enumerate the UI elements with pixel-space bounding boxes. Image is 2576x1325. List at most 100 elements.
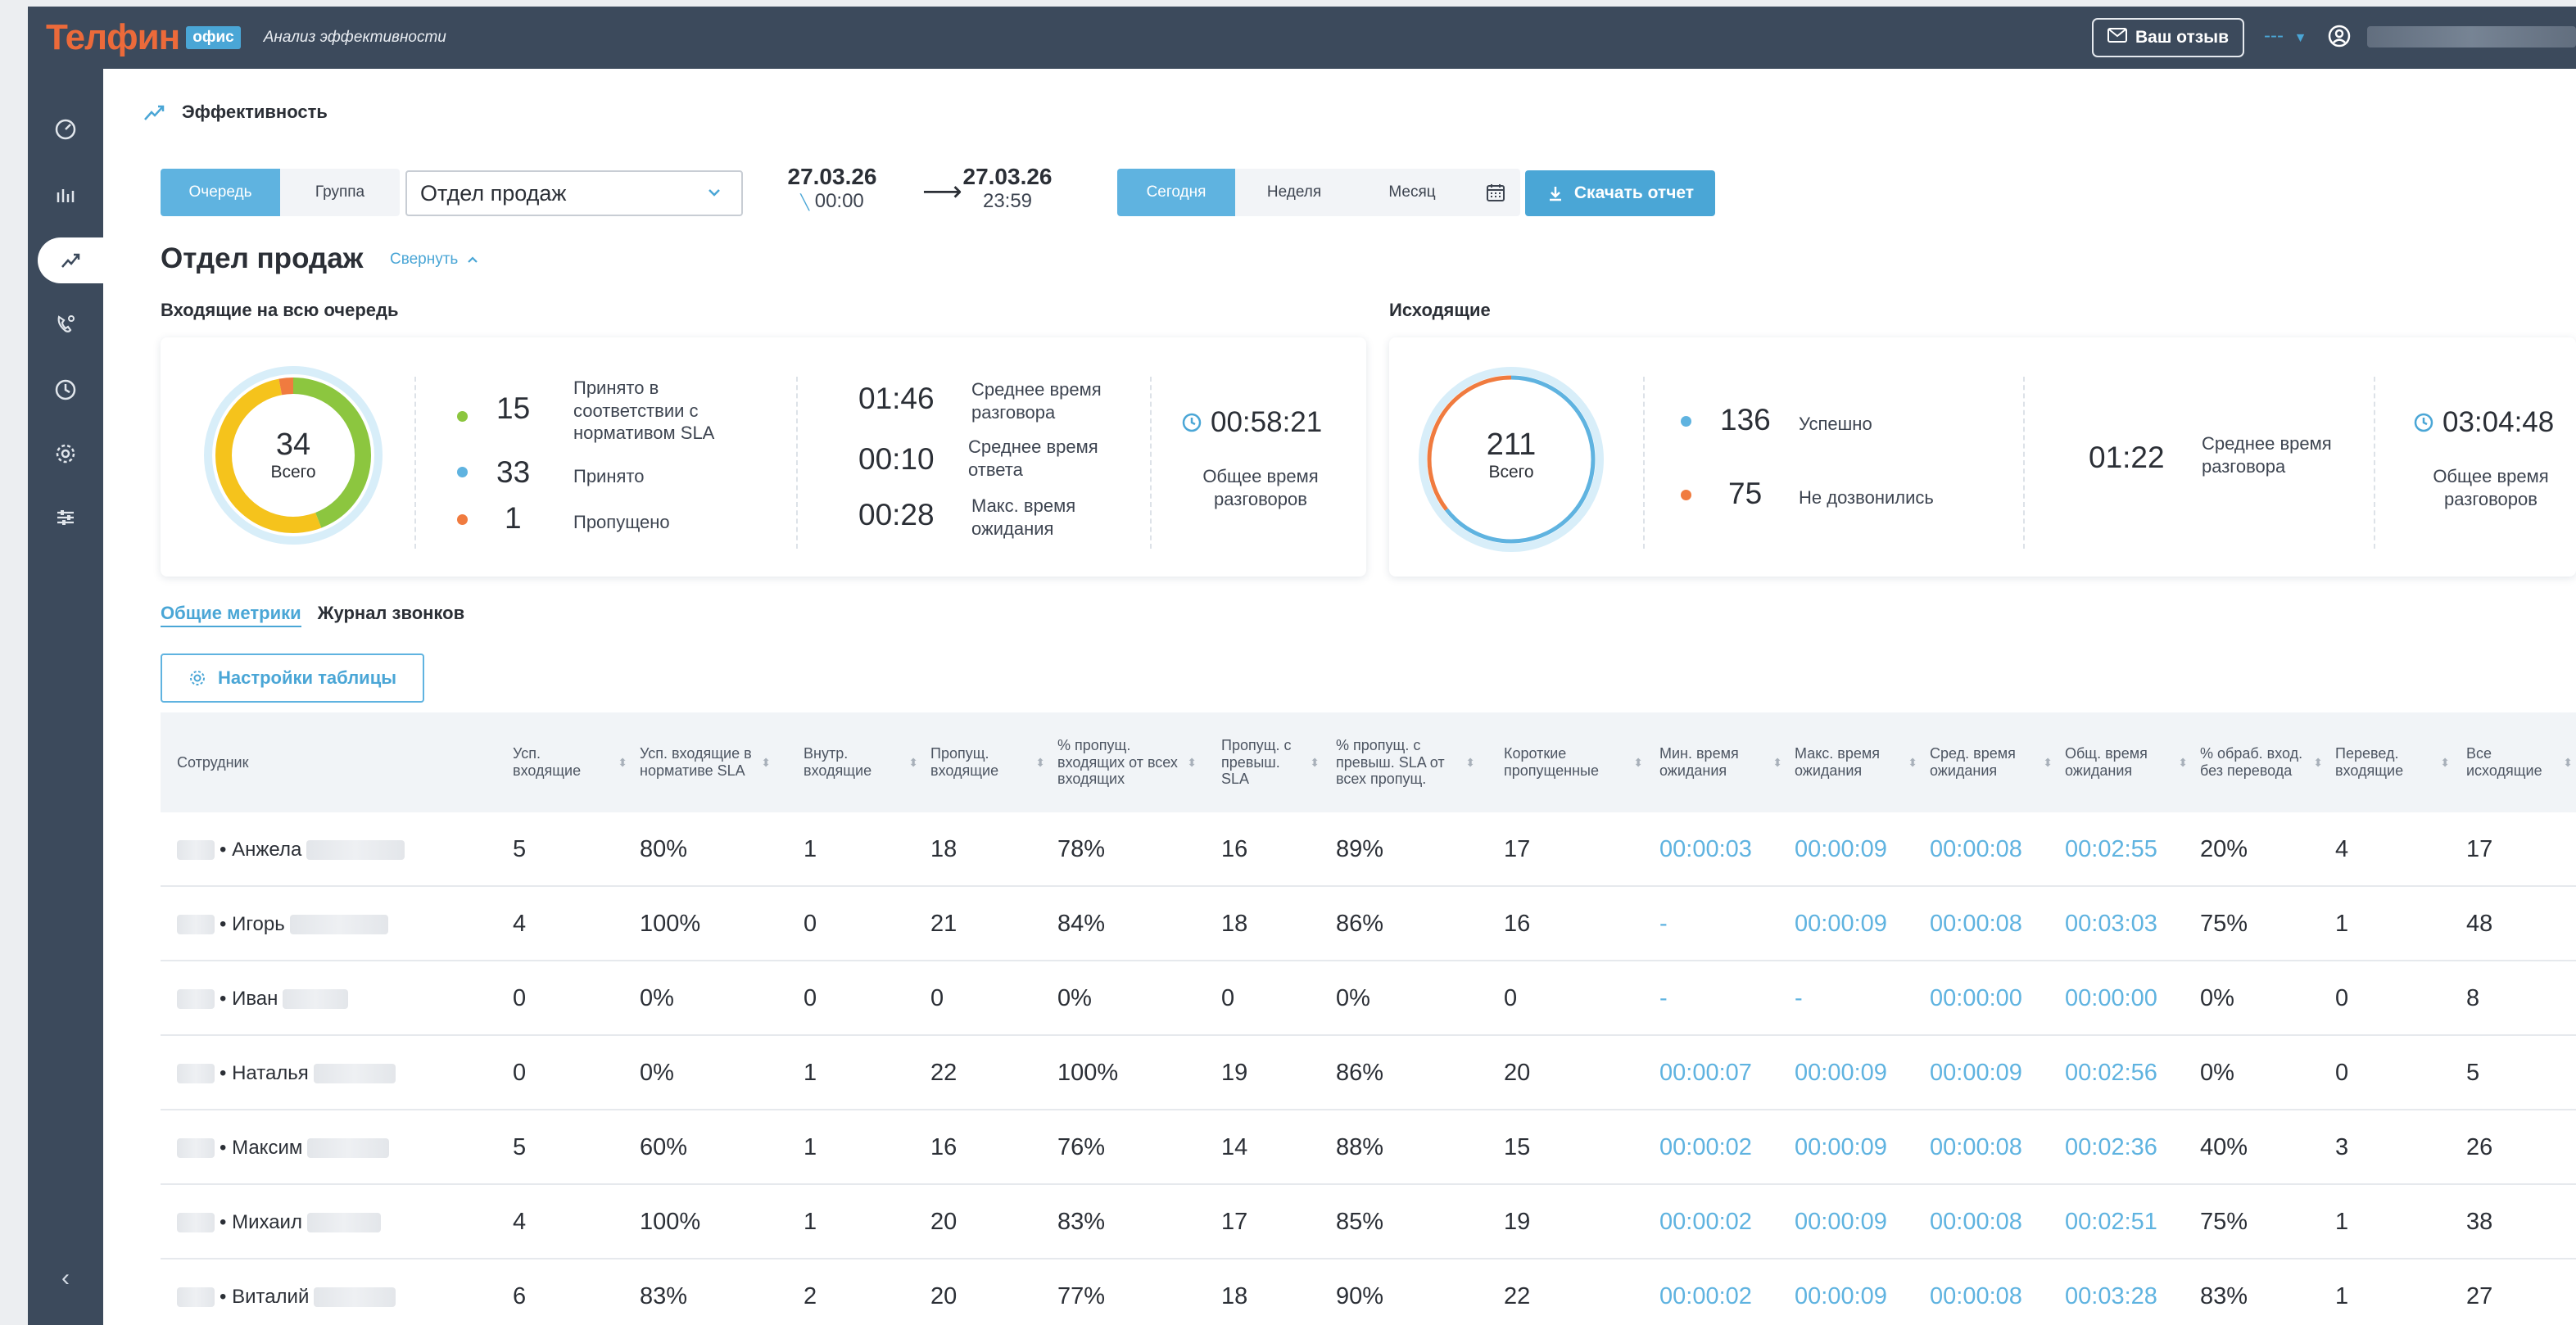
table-row[interactable]: • Максим 5 60% 1 16 76% 14 88% 15 00:00:02 00:00:0… bbox=[161, 1110, 2576, 1185]
table-cell: 8 bbox=[2466, 985, 2480, 1011]
tab-general-metrics[interactable]: Общие метрики bbox=[161, 603, 301, 627]
outgoing-total-talk-value: 03:04:48 bbox=[2442, 406, 2555, 438]
collapse-link[interactable]: Свернуть bbox=[390, 251, 479, 269]
incoming-total-talk: 00:58:21 bbox=[1181, 406, 1322, 439]
sidebar-collapse-button[interactable]: ‹ bbox=[28, 1264, 103, 1292]
date-to[interactable]: 27.03.26 23:59 bbox=[950, 164, 1065, 213]
feedback-button[interactable]: Ваш отзыв bbox=[2092, 18, 2244, 57]
table-cell: 18 bbox=[1221, 911, 1248, 937]
divider bbox=[796, 377, 798, 549]
column-header[interactable]: Внутр. входящие ⬍ bbox=[804, 712, 918, 812]
table-cell: 75% bbox=[2200, 911, 2248, 937]
date-from[interactable]: 27.03.26 ╲ 00:00 bbox=[775, 164, 890, 213]
employee-cell[interactable]: • Максим bbox=[177, 1110, 390, 1185]
top-bar: Телфин офис Анализ эффективности Ваш отз… bbox=[28, 7, 2576, 69]
table-cell: 5 bbox=[513, 1134, 527, 1160]
trend-icon bbox=[61, 253, 80, 268]
column-header[interactable]: Короткие пропущенные ⬍ bbox=[1504, 712, 1643, 812]
sort-icon: ⬍ bbox=[1633, 755, 1643, 769]
main-content: Эффективность Очередь Группа Отдел прода… bbox=[103, 69, 2576, 1325]
employee-cell[interactable]: • Игорь bbox=[177, 887, 388, 961]
table-cell: 00:00:09 bbox=[1795, 1060, 1887, 1086]
column-header[interactable]: % пропущ. входящих от всех входящих ⬍ bbox=[1057, 712, 1197, 812]
tab-call-log[interactable]: Журнал звонков bbox=[318, 603, 464, 627]
column-header[interactable]: Усп. входящие ⬍ bbox=[513, 712, 627, 812]
table-cell: 00:00:03 bbox=[1659, 836, 1752, 862]
column-header[interactable]: Пропущ. с превыш. SLA ⬍ bbox=[1221, 712, 1320, 812]
table-cell: 4 bbox=[513, 911, 527, 937]
table-row[interactable]: • Наталья 0 0% 1 22 100% 19 86% 20 00:00:07 00:00:… bbox=[161, 1036, 2576, 1110]
table-cell: 100% bbox=[640, 911, 701, 937]
tab-week[interactable]: Неделя bbox=[1235, 169, 1353, 216]
sidebar-item-calls[interactable] bbox=[28, 301, 103, 347]
account-selector[interactable]: --- ▼ bbox=[2264, 25, 2307, 47]
avg-talk-value: 01:46 bbox=[858, 382, 935, 415]
table-cell: 00:00:08 bbox=[1930, 1209, 2022, 1235]
employee-cell[interactable]: • Михаил bbox=[177, 1185, 381, 1259]
logo[interactable]: Телфин офис bbox=[46, 17, 241, 58]
column-header[interactable]: Общ. время ожидания ⬍ bbox=[2065, 712, 2188, 812]
table-header: Сотрудник Усп. входящие ⬍ Усп. входящие в н… bbox=[161, 712, 2576, 812]
table-cell: 17 bbox=[2466, 836, 2493, 862]
tab-group[interactable]: Группа bbox=[280, 169, 400, 216]
column-header[interactable]: % обраб. вход. без перевода ⬍ bbox=[2200, 712, 2323, 812]
column-header[interactable]: % пропущ. с превыш. SLA от всех пропущ. ⬍ bbox=[1336, 712, 1475, 812]
column-header[interactable]: Перевед. входящие ⬍ bbox=[2335, 712, 2450, 812]
employee-cell[interactable]: • Наталья bbox=[177, 1036, 396, 1110]
avg-answer-label: Среднее время ответа bbox=[968, 436, 1098, 480]
sidebar-item-dashboard[interactable] bbox=[28, 106, 103, 152]
sidebar: ‹ bbox=[28, 69, 103, 1325]
metrics-tabs: Общие метрики Журнал звонков bbox=[161, 603, 464, 627]
tab-today[interactable]: Сегодня bbox=[1117, 169, 1235, 216]
redacted-text bbox=[313, 1063, 396, 1083]
table-row[interactable]: • Иван 0 0% 0 0 0% 0 0% 0 - - 00:00:00 00:00:00 0% 0 8 bbox=[161, 961, 2576, 1036]
table-cell: 0% bbox=[1057, 985, 1092, 1011]
table-cell: 4 bbox=[2335, 836, 2349, 862]
table-cell: 48 bbox=[2466, 911, 2493, 937]
column-header[interactable]: Все исходящие ⬍ bbox=[2466, 712, 2573, 812]
table-cell: 38 bbox=[2466, 1209, 2493, 1235]
employee-cell[interactable]: • Анжела bbox=[177, 812, 405, 887]
table-row[interactable]: • Игорь 4 100% 0 21 84% 18 86% 16 - 00:00:09 00:00:… bbox=[161, 887, 2576, 961]
logo-text: Телфин bbox=[46, 17, 180, 57]
table-cell: 0 bbox=[1504, 985, 1518, 1011]
calendar-button[interactable] bbox=[1471, 169, 1520, 216]
column-header[interactable]: Мин. время ожидания ⬍ bbox=[1659, 712, 1782, 812]
envelope-icon bbox=[2107, 28, 2127, 47]
download-report-button[interactable]: Скачать отчет bbox=[1525, 170, 1715, 216]
department-select[interactable]: Отдел продаж bbox=[405, 170, 743, 216]
table-cell: 4 bbox=[513, 1209, 527, 1235]
employee-cell[interactable]: • Виталий bbox=[177, 1259, 396, 1325]
table-cell: 83% bbox=[640, 1283, 688, 1309]
download-icon bbox=[1549, 187, 1561, 201]
legend-dot-success bbox=[1681, 416, 1691, 427]
outgoing-failed-value: 75 bbox=[1728, 477, 1763, 510]
clock-icon bbox=[2414, 413, 2433, 432]
redacted-text bbox=[177, 1212, 215, 1232]
table-cell: 0 bbox=[804, 911, 817, 937]
column-header[interactable]: Усп. входящие в нормативе SLA ⬍ bbox=[640, 712, 771, 812]
table-row[interactable]: • Анжела 5 80% 1 18 78% 16 89% 17 00:00:03 00:00:0… bbox=[161, 812, 2576, 887]
sidebar-item-reports[interactable] bbox=[28, 172, 103, 218]
chevron-down-icon: ▼ bbox=[2293, 31, 2307, 45]
sidebar-item-filters[interactable] bbox=[28, 495, 103, 540]
column-header[interactable]: Пропущ. входящие ⬍ bbox=[930, 712, 1045, 812]
tab-queue[interactable]: Очередь bbox=[161, 169, 280, 216]
column-header[interactable]: Макс. время ожидания ⬍ bbox=[1795, 712, 1917, 812]
outgoing-total: 211 Всего bbox=[1462, 427, 1560, 482]
employee-cell[interactable]: • Иван bbox=[177, 961, 349, 1036]
trend-icon bbox=[144, 105, 165, 120]
table-cell: 00:03:28 bbox=[2065, 1283, 2157, 1309]
user-icon[interactable] bbox=[2328, 25, 2351, 52]
table-row[interactable]: • Виталий 6 83% 2 20 77% 18 90% 22 00:00:02 00:00:… bbox=[161, 1259, 2576, 1325]
department-value: Отдел продаж bbox=[420, 180, 567, 206]
table-row[interactable]: • Михаил 4 100% 1 20 83% 17 85% 19 00:00:02 00:00:… bbox=[161, 1185, 2576, 1259]
table-settings-button[interactable]: Настройки таблицы bbox=[161, 653, 424, 703]
sidebar-item-efficiency[interactable] bbox=[38, 237, 103, 283]
table-cell: 1 bbox=[2335, 1283, 2349, 1309]
tab-month[interactable]: Месяц bbox=[1353, 169, 1471, 216]
sidebar-item-settings[interactable] bbox=[28, 431, 103, 477]
column-header[interactable]: Сред. время ожидания ⬍ bbox=[1930, 712, 2053, 812]
outgoing-total-talk: 03:04:48 bbox=[2413, 406, 2554, 439]
sidebar-item-history[interactable] bbox=[28, 367, 103, 413]
